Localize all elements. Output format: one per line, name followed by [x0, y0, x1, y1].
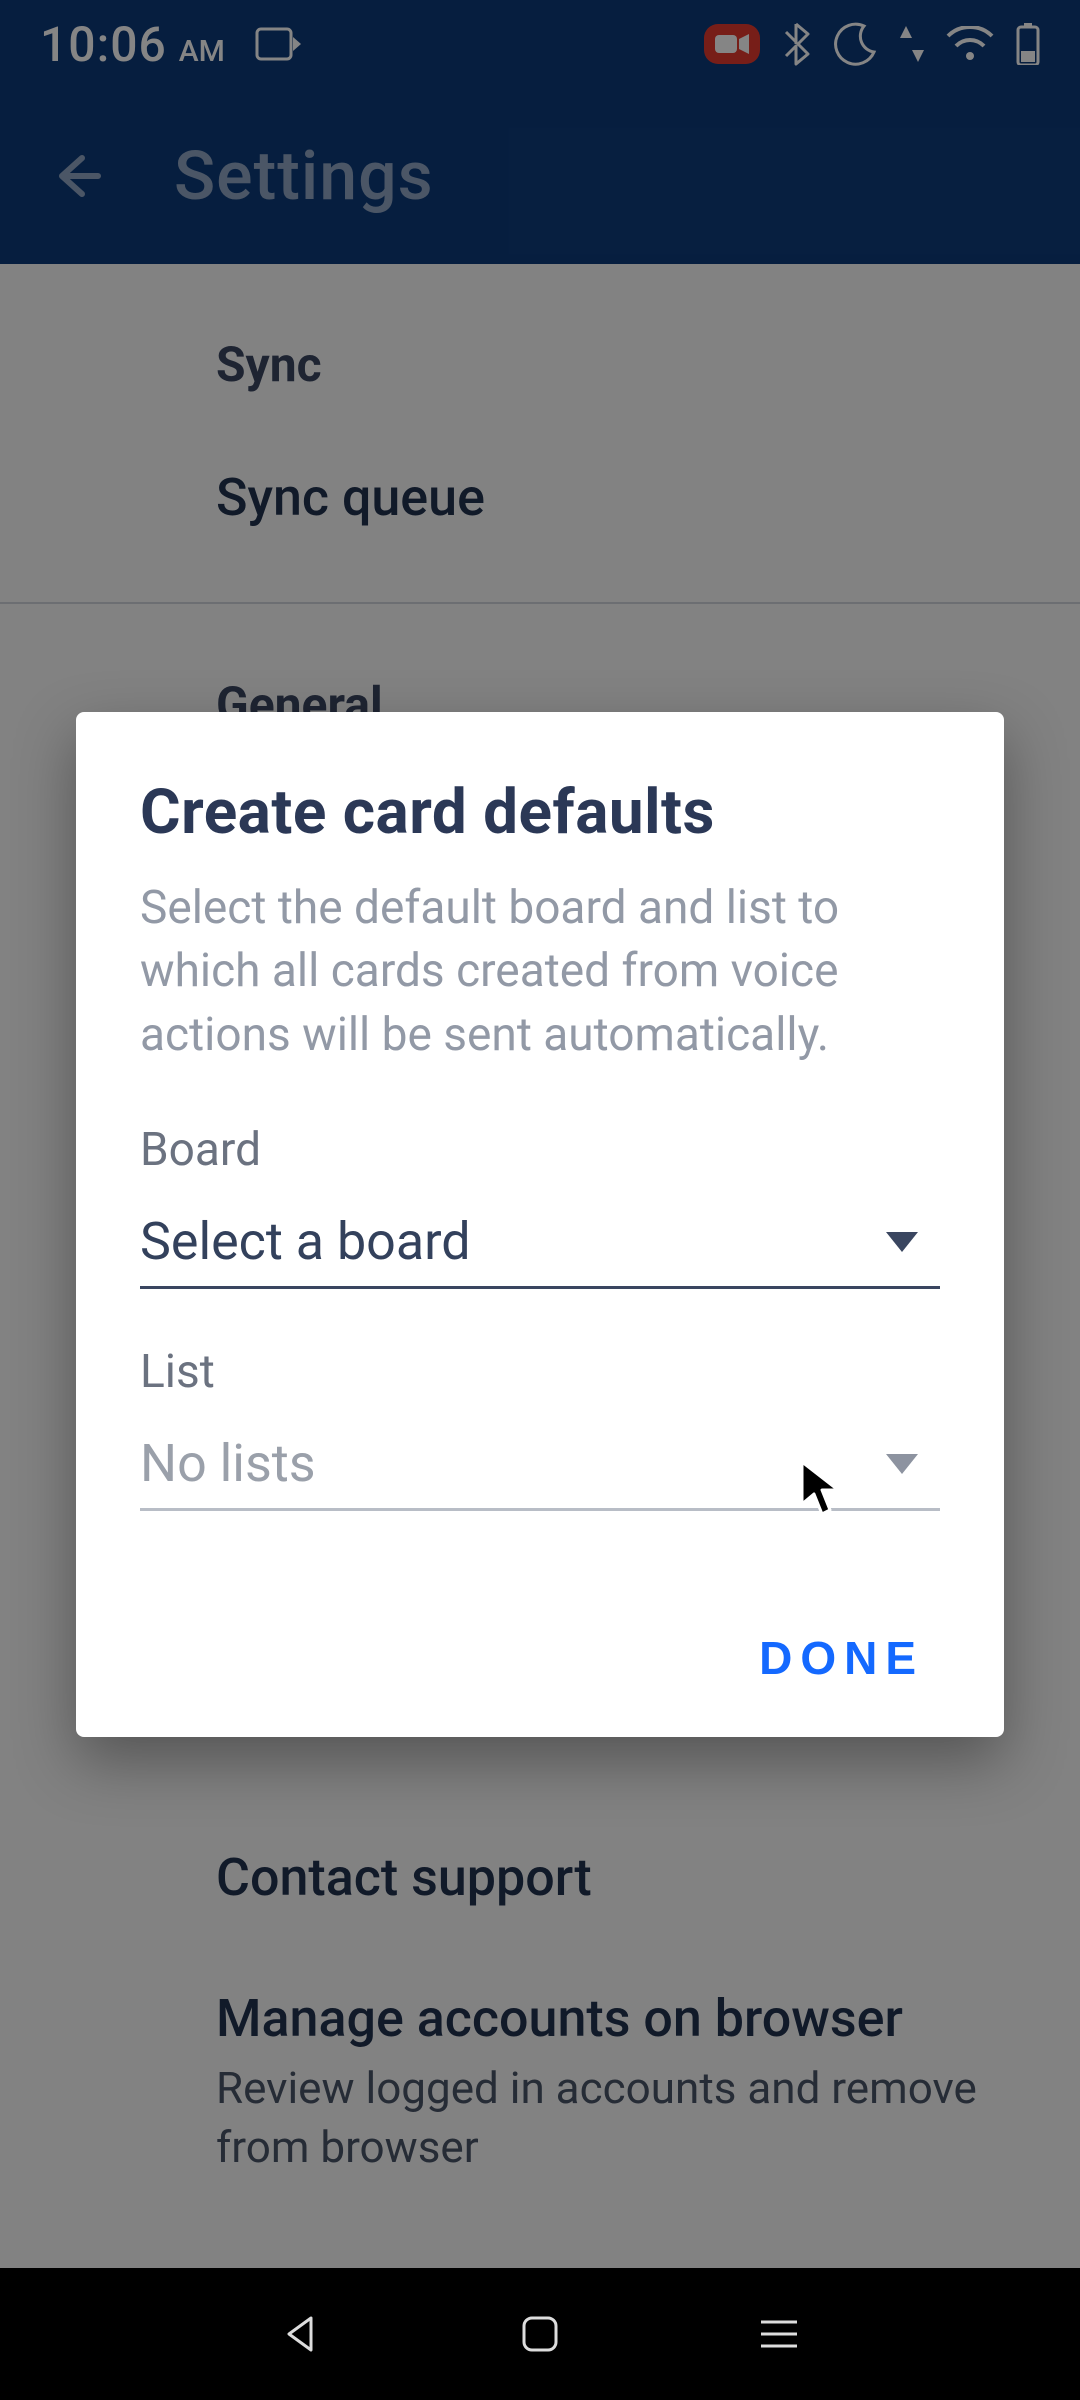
- chevron-down-icon: [886, 1454, 918, 1474]
- done-button[interactable]: DONE: [743, 1611, 940, 1705]
- create-card-defaults-dialog: Create card defaults Select the default …: [76, 712, 1004, 1737]
- system-nav-bar: [0, 2268, 1080, 2400]
- board-select-value: Select a board: [140, 1211, 471, 1272]
- list-field: List No lists: [140, 1345, 940, 1511]
- board-select[interactable]: Select a board: [140, 1211, 940, 1289]
- dialog-title: Create card defaults: [140, 776, 940, 849]
- board-label: Board: [140, 1123, 940, 1177]
- nav-home-icon[interactable]: [520, 2314, 560, 2354]
- nav-back-icon[interactable]: [279, 2312, 323, 2356]
- list-select-value: No lists: [140, 1433, 316, 1494]
- dialog-description: Select the default board and list to whi…: [140, 877, 940, 1067]
- list-label: List: [140, 1345, 940, 1399]
- dialog-actions: DONE: [140, 1611, 940, 1705]
- list-select[interactable]: No lists: [140, 1433, 940, 1511]
- board-field: Board Select a board: [140, 1123, 940, 1289]
- nav-recent-icon[interactable]: [757, 2316, 801, 2352]
- chevron-down-icon: [886, 1232, 918, 1252]
